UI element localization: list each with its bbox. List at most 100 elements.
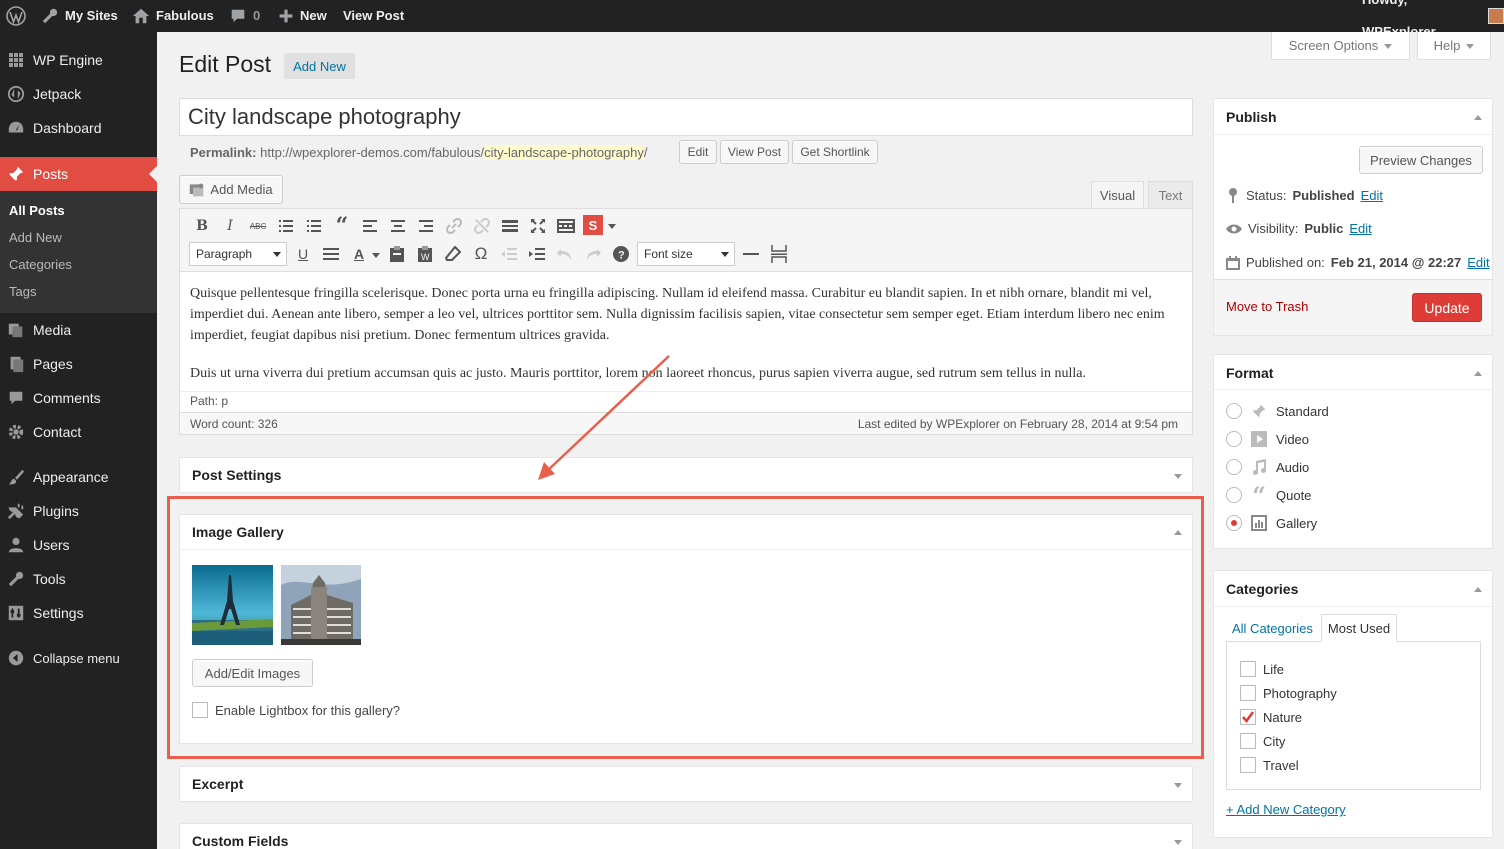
toggle-arrow-icon[interactable] <box>1474 115 1482 120</box>
custom-fields-box[interactable]: Custom Fields <box>179 823 1193 849</box>
format-radio-standard[interactable] <box>1226 403 1242 419</box>
align-left-icon[interactable] <box>359 215 381 237</box>
indent-icon[interactable] <box>526 243 548 265</box>
toggle-arrow-icon[interactable] <box>1174 840 1182 845</box>
published-on-edit-link[interactable]: Edit <box>1467 255 1489 270</box>
excerpt-box[interactable]: Excerpt <box>179 766 1193 802</box>
get-shortlink-button[interactable]: Get Shortlink <box>792 140 878 164</box>
justify-icon[interactable] <box>320 243 342 265</box>
submenu-categories[interactable]: Categories <box>9 257 72 272</box>
toggle-arrow-icon[interactable] <box>1174 530 1182 535</box>
toggle-arrow-icon[interactable] <box>1174 474 1182 479</box>
format-radio-audio[interactable] <box>1226 459 1242 475</box>
shortcodes-icon[interactable]: S <box>583 215 603 235</box>
paste-word-icon[interactable]: W <box>414 243 436 265</box>
paste-text-icon[interactable] <box>386 243 408 265</box>
gallery-thumbnail-building[interactable] <box>281 565 361 645</box>
link-icon[interactable] <box>443 215 465 237</box>
sidebar-item-media[interactable]: Media <box>0 313 157 347</box>
view-post-button[interactable]: View Post <box>720 140 789 164</box>
add-edit-images-button[interactable]: Add/Edit Images <box>192 659 313 687</box>
category-checkbox-city[interactable] <box>1240 733 1256 749</box>
sidebar-item-plugins[interactable]: Plugins <box>0 494 157 528</box>
blockquote-icon[interactable]: “ <box>331 213 353 239</box>
sidebar-item-posts[interactable]: Posts <box>0 157 157 191</box>
read-more-icon[interactable] <box>499 215 521 237</box>
numbered-list-icon[interactable] <box>303 215 325 237</box>
special-character-icon[interactable]: Ω <box>470 243 492 265</box>
sidebar-item-jetpack[interactable]: Jetpack <box>0 77 157 111</box>
toggle-arrow-icon[interactable] <box>1174 783 1182 788</box>
format-select[interactable]: Paragraph <box>189 242 287 266</box>
fullscreen-icon[interactable] <box>527 215 549 237</box>
strikethrough-icon[interactable]: ABC <box>247 215 269 237</box>
status-edit-link[interactable]: Edit <box>1361 188 1383 203</box>
help-icon[interactable]: ? <box>610 243 632 265</box>
toolbar-toggle-icon[interactable] <box>555 215 577 237</box>
bullet-list-icon[interactable] <box>275 215 297 237</box>
format-radio-gallery[interactable] <box>1226 515 1242 531</box>
category-checkbox-nature[interactable] <box>1240 709 1256 725</box>
align-center-icon[interactable] <box>387 215 409 237</box>
redo-icon[interactable] <box>582 243 604 265</box>
outdent-icon[interactable] <box>498 243 520 265</box>
permalink-edit-button[interactable]: Edit <box>679 140 717 164</box>
undo-icon[interactable] <box>554 243 576 265</box>
permalink-base[interactable]: http://wpexplorer-demos.com/fabulous/ <box>260 145 484 160</box>
preview-changes-button[interactable]: Preview Changes <box>1359 146 1483 174</box>
site-name-menu[interactable]: Fabulous <box>132 0 214 32</box>
lightbox-checkbox[interactable] <box>192 702 208 718</box>
add-new-category-link[interactable]: + Add New Category <box>1226 802 1346 817</box>
format-radio-quote[interactable] <box>1226 487 1242 503</box>
new-content-menu[interactable]: New <box>278 0 327 32</box>
view-post-link[interactable]: View Post <box>343 0 404 32</box>
unlink-icon[interactable] <box>471 215 493 237</box>
editor-content[interactable]: Quisque pellentesque fringilla scelerisq… <box>190 283 1185 390</box>
post-settings-box[interactable]: Post Settings <box>179 457 1193 493</box>
page-break-icon[interactable] <box>768 243 790 265</box>
gallery-thumbnail-eiffel[interactable] <box>192 565 273 645</box>
move-to-trash-link[interactable]: Move to Trash <box>1226 299 1308 314</box>
sidebar-item-settings[interactable]: Settings <box>0 596 157 630</box>
submenu-tags[interactable]: Tags <box>9 284 36 299</box>
category-checkbox-travel[interactable] <box>1240 757 1256 773</box>
wordpress-logo-icon[interactable] <box>6 0 26 32</box>
account-menu[interactable]: Howdy, WPExplorer <box>1362 0 1504 39</box>
category-checkbox-life[interactable] <box>1240 661 1256 677</box>
format-radio-video[interactable] <box>1226 431 1242 447</box>
align-right-icon[interactable] <box>415 215 437 237</box>
sidebar-item-dashboard[interactable]: Dashboard <box>0 111 157 145</box>
permalink-slug[interactable]: city-landscape-photography <box>484 145 644 160</box>
sidebar-item-tools[interactable]: Tools <box>0 562 157 596</box>
screen-options-tab[interactable]: Screen Options <box>1271 32 1410 60</box>
underline-icon[interactable]: U <box>292 243 314 265</box>
tab-text[interactable]: Text <box>1148 181 1193 209</box>
my-sites-menu[interactable]: My Sites <box>41 0 118 32</box>
sidebar-item-comments[interactable]: Comments <box>0 381 157 415</box>
tab-most-used[interactable]: Most Used <box>1321 614 1397 642</box>
clear-formatting-icon[interactable] <box>442 243 464 265</box>
tab-visual[interactable]: Visual <box>1091 181 1144 209</box>
bold-icon[interactable]: B <box>191 215 213 237</box>
submenu-all-posts[interactable]: All Posts <box>9 203 65 218</box>
collapse-menu-button[interactable]: Collapse menu <box>0 641 157 675</box>
sidebar-item-appearance[interactable]: Appearance <box>0 460 157 494</box>
font-size-select[interactable]: Font size <box>637 242 735 266</box>
sidebar-item-wp-engine[interactable]: WP Engine <box>0 43 157 77</box>
visibility-edit-link[interactable]: Edit <box>1349 221 1371 236</box>
post-title-input[interactable]: City landscape photography <box>179 98 1193 136</box>
tab-all-categories[interactable]: All Categories <box>1232 621 1313 636</box>
sidebar-item-users[interactable]: Users <box>0 528 157 562</box>
update-button[interactable]: Update <box>1412 293 1482 322</box>
add-media-button[interactable]: Add Media <box>179 175 283 204</box>
horizontal-line-icon[interactable] <box>740 243 762 265</box>
sidebar-item-contact[interactable]: Contact <box>0 415 157 449</box>
category-checkbox-photography[interactable] <box>1240 685 1256 701</box>
italic-icon[interactable]: I <box>219 215 241 237</box>
sidebar-item-pages[interactable]: Pages <box>0 347 157 381</box>
text-color-icon[interactable]: A <box>348 243 370 265</box>
help-tab[interactable]: Help <box>1417 32 1491 60</box>
comments-menu[interactable]: 0 <box>229 0 260 32</box>
add-new-post-button[interactable]: Add New <box>284 53 355 79</box>
toggle-arrow-icon[interactable] <box>1474 371 1482 376</box>
